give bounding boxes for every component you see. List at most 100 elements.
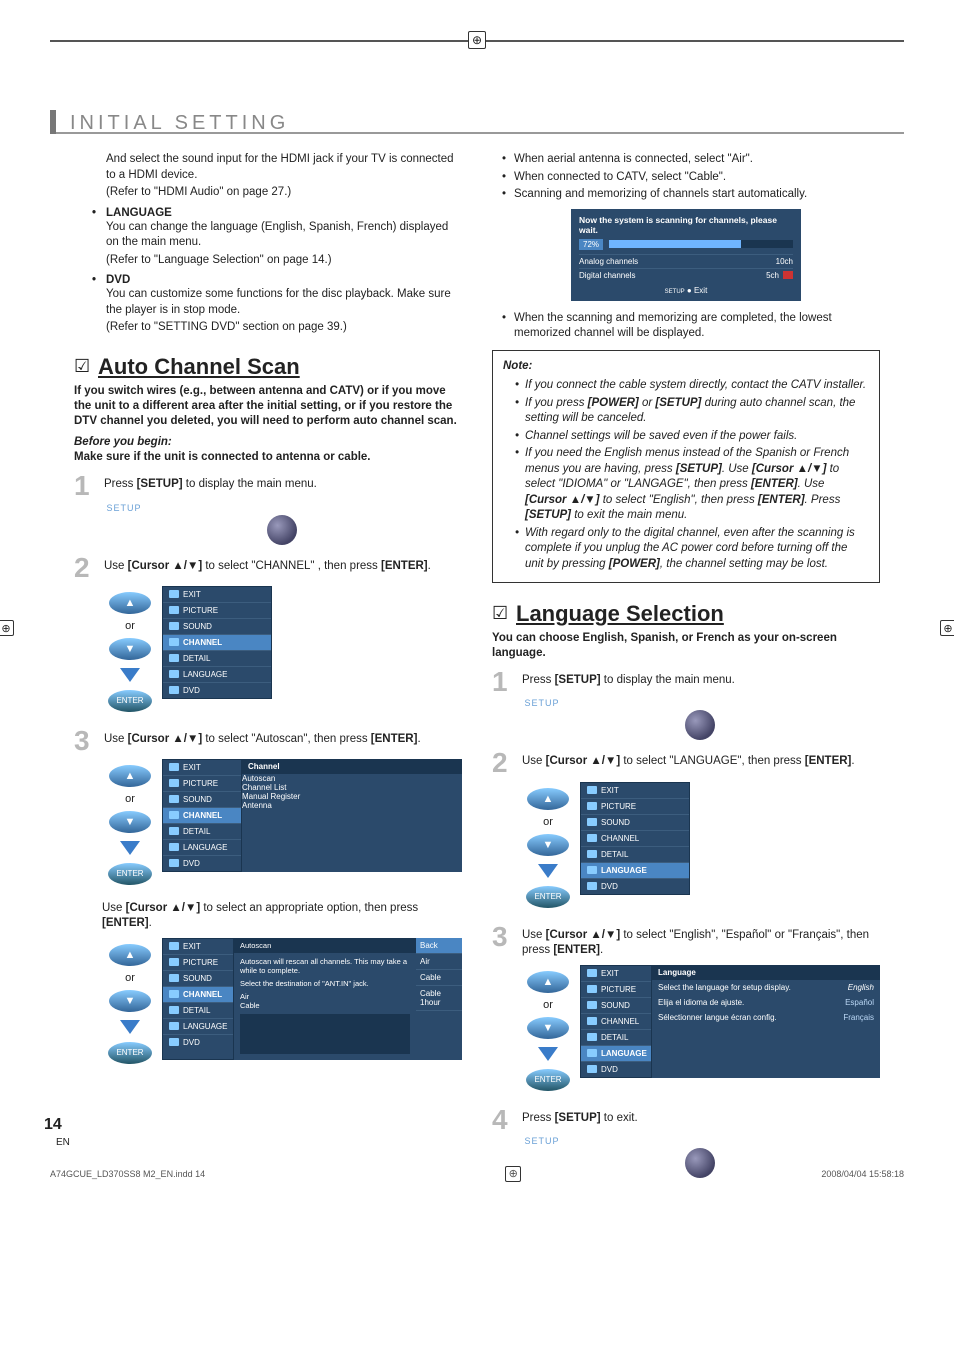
osd-item: LANGUAGE bbox=[601, 866, 647, 875]
ls-intro: You can choose English, Spanish, or Fren… bbox=[492, 631, 880, 661]
dpad-up-icon: ▲ bbox=[527, 971, 569, 993]
language-panel: Language Select the language for setup d… bbox=[652, 965, 880, 1078]
ls-step-2: 2 Use [Cursor ▲/▼] to select "LANGUAGE",… bbox=[492, 750, 880, 775]
detail-icon bbox=[587, 850, 597, 858]
step-text: Use [Cursor ▲/▼] to select "LANGUAGE", t… bbox=[522, 750, 880, 770]
arrow-down-icon bbox=[120, 841, 140, 855]
lang-row-label: Elija el idioma de ajuste. bbox=[658, 998, 744, 1007]
osd-item: LANGUAGE bbox=[183, 1022, 227, 1031]
before-begin-text: Make sure if the unit is connected to an… bbox=[74, 450, 462, 465]
osd-main-menu: EXIT PICTURE SOUND CHANNEL DETAIL LANGUA… bbox=[162, 586, 272, 699]
osd-item: EXIT bbox=[183, 590, 201, 599]
panel-head: Autoscan bbox=[234, 938, 416, 953]
language-icon bbox=[587, 866, 597, 874]
osd-item: SOUND bbox=[183, 795, 212, 804]
osd-item: DVD bbox=[183, 686, 200, 695]
arrow-down-icon bbox=[120, 1020, 140, 1034]
step3-illustration: ▲ or ▼ ENTER EXIT PICTURE SOUND CHANNEL … bbox=[82, 759, 462, 889]
panel-item: Autoscan bbox=[242, 774, 462, 783]
autoscan-panel: Autoscan Autoscan will rescan all channe… bbox=[234, 938, 416, 1060]
step-text: Use [Cursor ▲/▼] to select "Autoscan", t… bbox=[104, 728, 462, 748]
enter-button-icon: ENTER bbox=[526, 886, 570, 908]
osd-item: PICTURE bbox=[601, 985, 636, 994]
step3b-text: Use [Cursor ▲/▼] to select an appropriat… bbox=[102, 901, 462, 932]
page-language: EN bbox=[56, 1137, 70, 1148]
panel-head: Channel bbox=[242, 759, 462, 774]
channel-icon bbox=[169, 638, 179, 646]
osd-item: CHANNEL bbox=[183, 638, 222, 647]
note-box: Note: If you connect the cable system di… bbox=[492, 350, 880, 584]
ls-step-1: 1 Press [SETUP] to display the main menu… bbox=[492, 669, 880, 694]
osd-item: DVD bbox=[183, 1038, 200, 1047]
step2-illustration: ▲ or ▼ ENTER EXIT PICTURE SOUND CHANNEL … bbox=[82, 586, 462, 716]
analog-label: Analog channels bbox=[579, 257, 638, 266]
footer: A74GCUE_LD370SS8 M2_EN.indd 14 ⊕ 2008/04… bbox=[50, 1166, 904, 1182]
dvd-icon bbox=[587, 1065, 597, 1073]
scan-progress-dialog: Now the system is scanning for channels,… bbox=[571, 209, 801, 301]
panel-item: Manual Register bbox=[242, 792, 462, 801]
step-text: Press [SETUP] to exit. bbox=[522, 1107, 880, 1127]
exit-icon bbox=[587, 969, 597, 977]
picture-icon bbox=[587, 802, 597, 810]
panel-head: Language bbox=[652, 965, 880, 980]
right-column: When aerial antenna is connected, select… bbox=[492, 152, 880, 1188]
language-icon bbox=[169, 843, 179, 851]
progress-bar bbox=[609, 240, 793, 248]
scan-instructions: When aerial antenna is connected, select… bbox=[492, 152, 880, 203]
intro-hdmi-ref: (Refer to "HDMI Audio" on page 27.) bbox=[106, 185, 462, 201]
exit-icon bbox=[587, 786, 597, 794]
osd-item: PICTURE bbox=[601, 802, 636, 811]
or-label: or bbox=[543, 999, 553, 1011]
footer-file: A74GCUE_LD370SS8 M2_EN.indd 14 bbox=[50, 1169, 205, 1179]
or-label: or bbox=[125, 793, 135, 805]
note-1: If you connect the cable system directly… bbox=[515, 378, 869, 394]
acs-step-3: 3 Use [Cursor ▲/▼] to select "Autoscan",… bbox=[74, 728, 462, 753]
language-icon bbox=[169, 1022, 179, 1030]
osd-item: PICTURE bbox=[183, 958, 218, 967]
language-icon bbox=[169, 670, 179, 678]
dpad-up-icon: ▲ bbox=[527, 788, 569, 810]
picture-icon bbox=[587, 985, 597, 993]
section-header: INITIAL SETTING bbox=[50, 112, 904, 134]
setup-label: SETUP bbox=[102, 503, 146, 513]
digital-value: 5ch bbox=[766, 271, 779, 280]
sound-icon bbox=[169, 795, 179, 803]
or-label: or bbox=[125, 972, 135, 984]
sound-icon bbox=[169, 974, 179, 982]
or-label: or bbox=[543, 816, 553, 828]
osd-item: PICTURE bbox=[183, 606, 218, 615]
step-number: 4 bbox=[492, 1107, 514, 1132]
step-number: 2 bbox=[492, 750, 514, 775]
osd-item: LANGUAGE bbox=[183, 843, 227, 852]
detail-icon bbox=[587, 1033, 597, 1041]
post-scan-note: When the scanning and memorizing are com… bbox=[492, 311, 880, 342]
step-number: 3 bbox=[74, 728, 96, 753]
scan-percent: 72% bbox=[579, 239, 603, 250]
channel-panel: Channel Autoscan Channel List Manual Reg… bbox=[242, 759, 462, 872]
osd-main-menu-lang: EXIT PICTURE SOUND CHANNEL DETAIL LANGUA… bbox=[580, 782, 690, 895]
language-ref: (Refer to "Language Selection" on page 1… bbox=[106, 253, 462, 269]
detail-icon bbox=[169, 1006, 179, 1014]
dpad-graphic: ▲ or ▼ ENTER bbox=[526, 788, 570, 908]
autoscan-text2: Select the destination of "ANT.IN" jack. bbox=[240, 979, 410, 988]
osd-side-menu: EXIT PICTURE SOUND CHANNEL DETAIL LANGUA… bbox=[580, 965, 652, 1078]
lang-row-label: Sélectionner langue écran config. bbox=[658, 1013, 777, 1022]
progress-fill-icon bbox=[609, 240, 741, 248]
detail-icon bbox=[169, 827, 179, 835]
scan-title: Now the system is scanning for channels,… bbox=[579, 215, 793, 235]
language-icon bbox=[587, 1049, 597, 1057]
osd-item: DVD bbox=[601, 882, 618, 891]
osd-item: LANGUAGE bbox=[601, 1049, 647, 1058]
antenna-diagram-icon bbox=[240, 1014, 410, 1054]
exit-icon bbox=[169, 590, 179, 598]
bullet-scanning: Scanning and memorizing of channels star… bbox=[502, 187, 880, 203]
dpad-down-oval-icon: ▼ bbox=[109, 638, 151, 660]
osd-item: CHANNEL bbox=[601, 1017, 639, 1026]
option-cable-1hour: Cable 1hour bbox=[416, 986, 462, 1011]
dvd-icon bbox=[169, 1038, 179, 1046]
channel-icon bbox=[169, 990, 179, 998]
arrow-down-icon bbox=[120, 668, 140, 682]
dpad-graphic: ▲ or ▼ ENTER bbox=[108, 592, 152, 712]
channel-icon bbox=[587, 834, 597, 842]
osd-item: CHANNEL bbox=[183, 811, 222, 820]
